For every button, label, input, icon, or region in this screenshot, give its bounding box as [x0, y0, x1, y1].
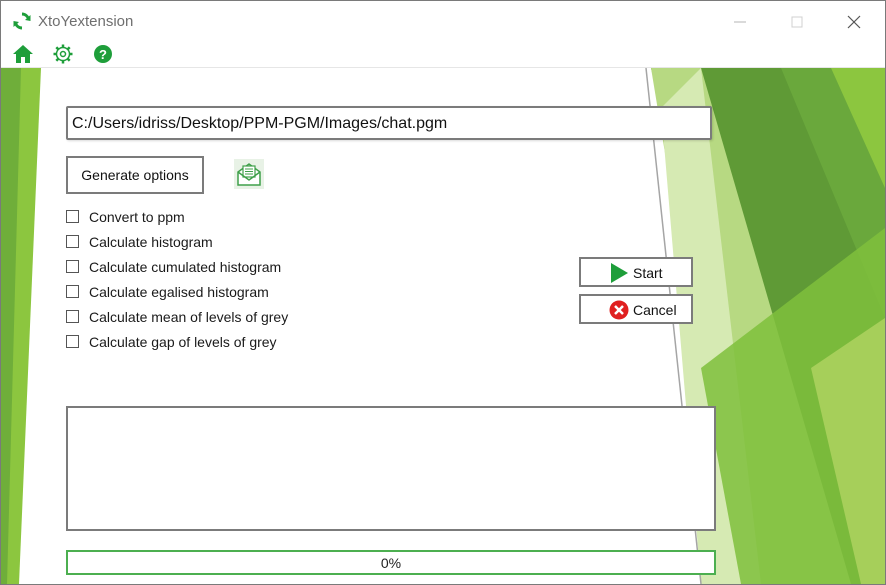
- checkbox[interactable]: [66, 310, 79, 323]
- svg-text:?: ?: [99, 47, 107, 62]
- cancel-label: Cancel: [633, 302, 677, 318]
- option-label: Calculate histogram: [89, 234, 213, 250]
- maximize-button[interactable]: [774, 7, 820, 37]
- help-icon[interactable]: ?: [92, 43, 114, 65]
- toolbar: ?: [1, 41, 885, 68]
- output-log[interactable]: [66, 406, 716, 531]
- cancel-button[interactable]: Cancel: [579, 294, 693, 324]
- start-button[interactable]: Start: [579, 257, 693, 287]
- option-label: Convert to ppm: [89, 209, 185, 225]
- minimize-icon: [734, 21, 746, 23]
- checkbox[interactable]: [66, 335, 79, 348]
- checkbox[interactable]: [66, 210, 79, 223]
- window-title: XtoYextension: [38, 13, 134, 30]
- option-label: Calculate gap of levels of grey: [89, 334, 277, 350]
- generate-options-button[interactable]: Generate options: [66, 156, 204, 194]
- home-icon[interactable]: [12, 43, 34, 65]
- checkbox[interactable]: [66, 260, 79, 273]
- progress-label: 0%: [380, 555, 402, 571]
- main-content: C:/Users/idriss/Desktop/PPM-PGM/Images/c…: [1, 68, 885, 584]
- cancel-icon: [609, 300, 629, 320]
- start-label: Start: [633, 265, 663, 281]
- minimize-button[interactable]: [717, 7, 763, 37]
- close-icon: [847, 15, 861, 29]
- file-path-field[interactable]: C:/Users/idriss/Desktop/PPM-PGM/Images/c…: [66, 106, 712, 140]
- option-label: Calculate mean of levels of grey: [89, 309, 289, 325]
- play-icon: [611, 263, 628, 283]
- gear-icon[interactable]: [52, 43, 74, 65]
- checkbox[interactable]: [66, 235, 79, 248]
- app-window: XtoYextension ? C:/Users/idriss/Desktop/…: [0, 0, 886, 585]
- close-button[interactable]: [831, 7, 877, 37]
- title-bar[interactable]: XtoYextension: [1, 1, 885, 41]
- option-label: Calculate egalised histogram: [89, 284, 269, 300]
- refresh-icon: [13, 12, 31, 30]
- email-icon[interactable]: [234, 159, 264, 189]
- checkbox[interactable]: [66, 285, 79, 298]
- progress-bar: 0%: [66, 550, 716, 575]
- maximize-icon: [791, 16, 803, 28]
- file-path-text: C:/Users/idriss/Desktop/PPM-PGM/Images/c…: [72, 115, 448, 132]
- option-label: Calculate cumulated histogram: [89, 259, 282, 275]
